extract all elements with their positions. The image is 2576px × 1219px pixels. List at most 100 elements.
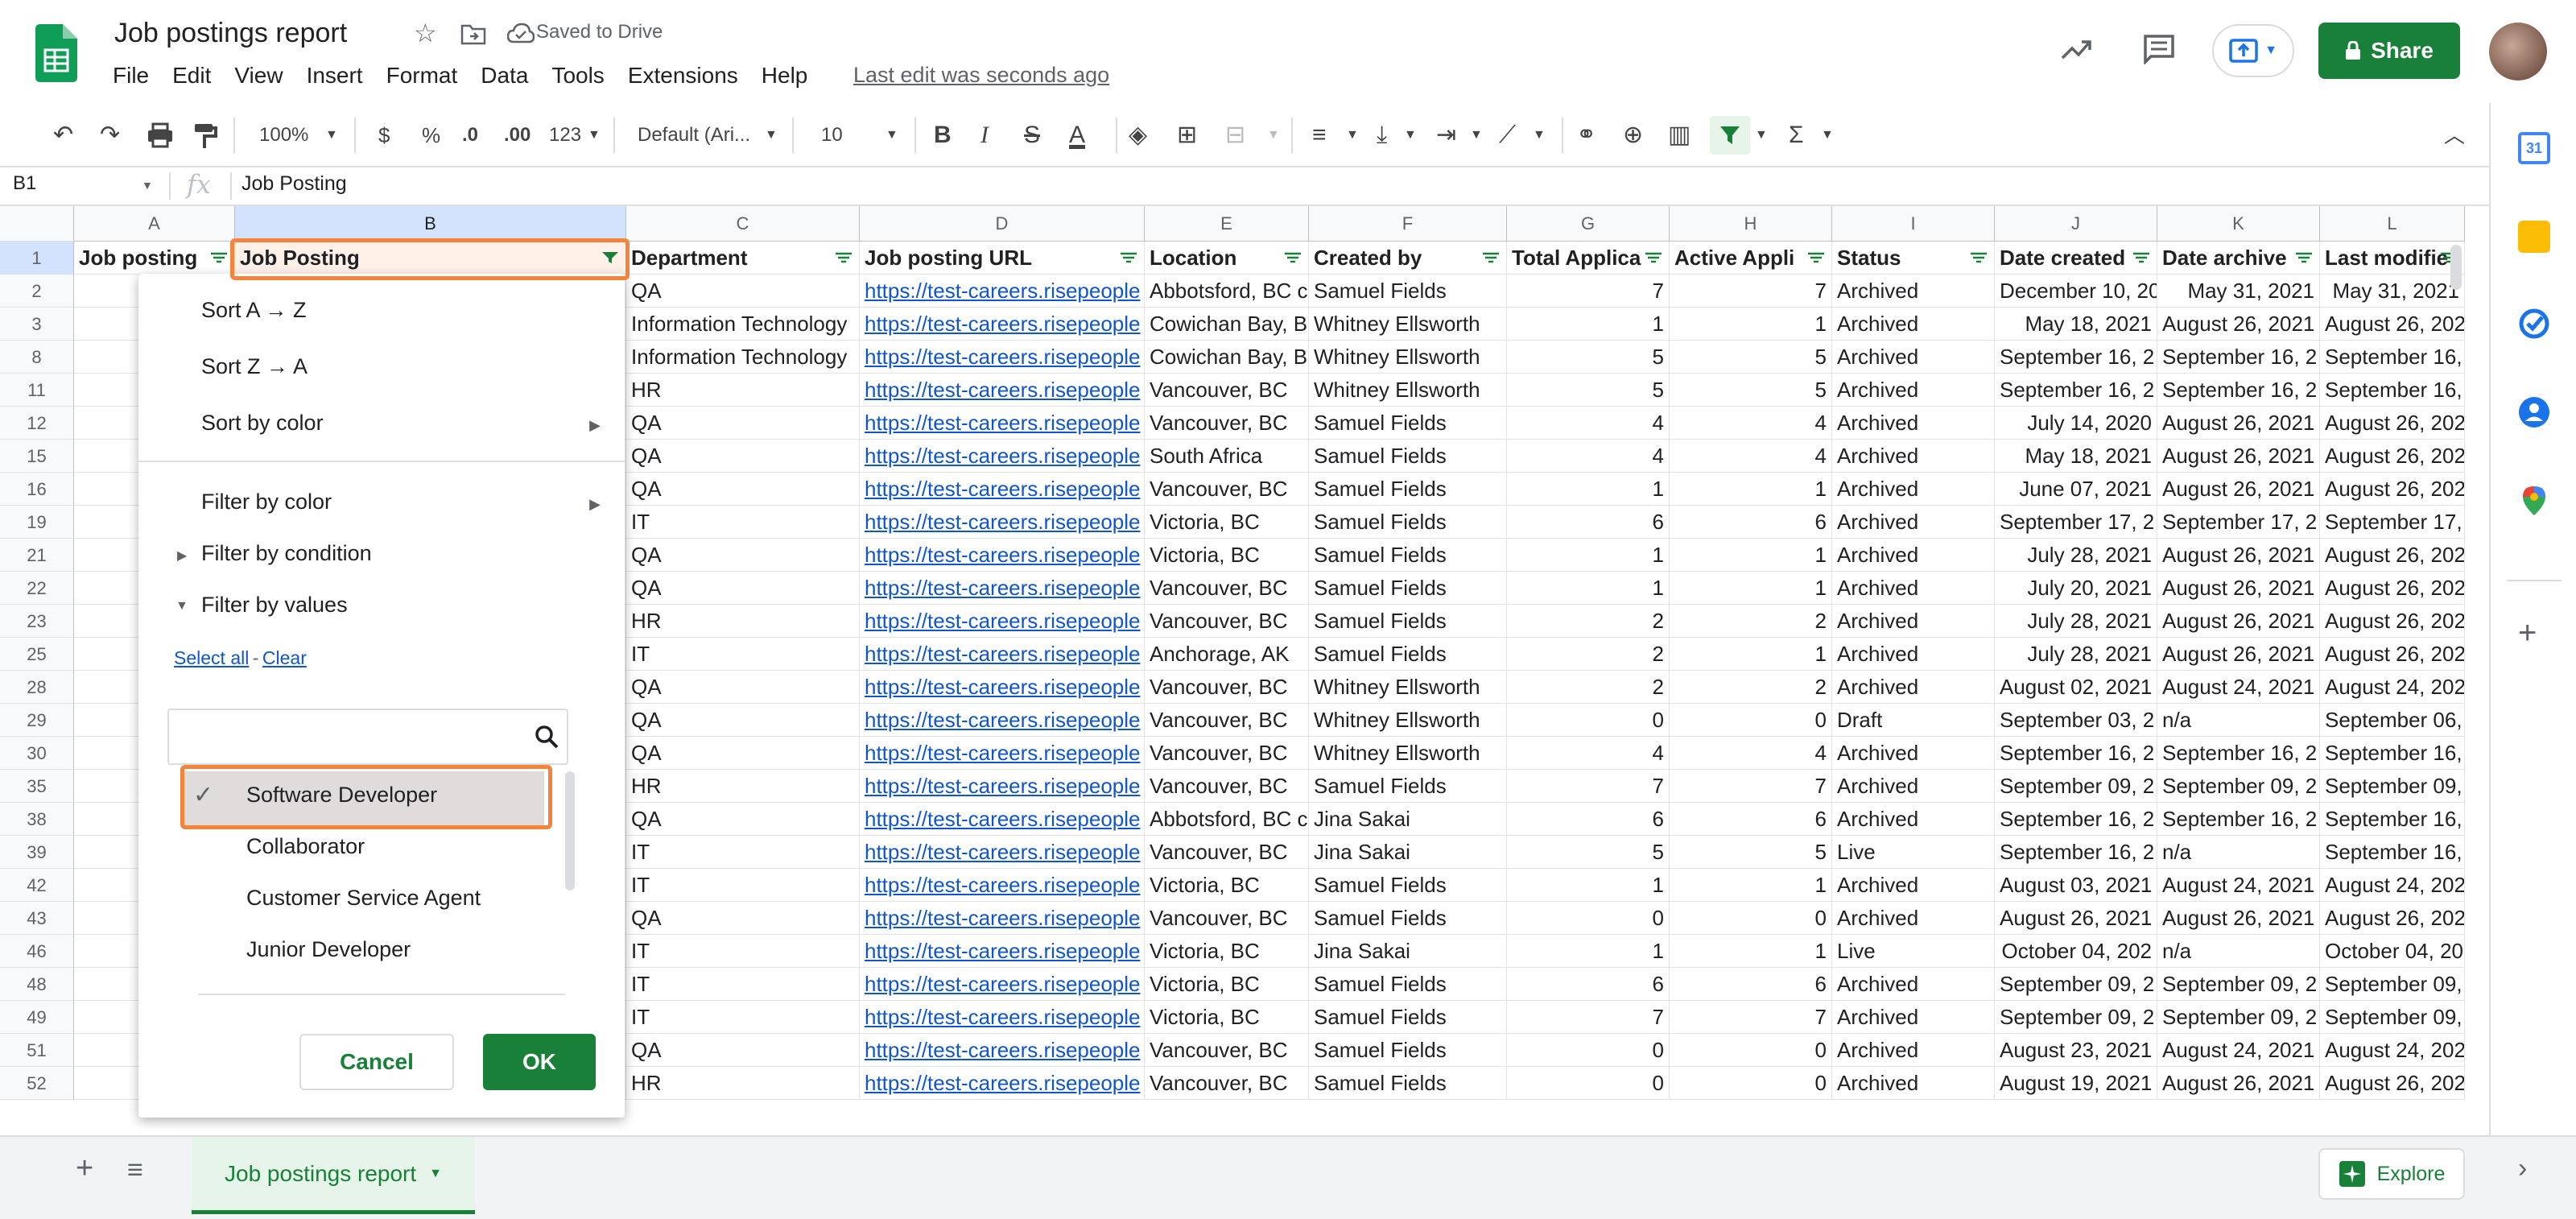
table-cell[interactable]: Archived xyxy=(1832,902,1995,935)
column-header-j[interactable]: J xyxy=(1995,206,2157,242)
table-cell[interactable]: September 16, 2 xyxy=(1995,341,2157,374)
value-option-customer-service-agent[interactable]: Customer Service Agent xyxy=(246,886,481,911)
table-cell[interactable]: Archived xyxy=(1832,374,1995,407)
table-cell[interactable]: August 26, 2021 xyxy=(2157,308,2320,341)
table-cell[interactable]: August 26, 2021 xyxy=(1995,902,2157,935)
sort-z-a-option[interactable]: Sort Z → A xyxy=(201,354,308,379)
table-cell[interactable]: Vancouver, BC xyxy=(1145,1034,1309,1067)
values-scrollbar[interactable] xyxy=(565,771,575,890)
header-cell[interactable]: Last modifie xyxy=(2320,242,2465,275)
row-header[interactable]: 2 xyxy=(0,275,74,308)
table-cell[interactable]: Cowichan Bay, B xyxy=(1145,341,1309,374)
table-cell[interactable]: https://test-careers.risepeople xyxy=(860,506,1145,539)
cloud-saved-icon[interactable] xyxy=(507,23,535,43)
column-header-c[interactable]: C xyxy=(626,206,860,242)
table-cell[interactable]: May 18, 2021 xyxy=(1995,308,2157,341)
table-cell[interactable]: QA xyxy=(626,440,860,473)
table-cell[interactable]: 5 xyxy=(1670,341,1832,374)
row-header[interactable]: 52 xyxy=(0,1067,74,1100)
table-cell[interactable]: https://test-careers.risepeople xyxy=(860,704,1145,737)
table-cell[interactable]: 1 xyxy=(1670,638,1832,671)
cancel-button[interactable]: Cancel xyxy=(299,1034,454,1090)
table-cell[interactable]: 7 xyxy=(1670,275,1832,308)
table-cell[interactable]: August 23, 2021 xyxy=(1995,1034,2157,1067)
table-cell[interactable]: 0 xyxy=(1507,1034,1670,1067)
filter-icon[interactable] xyxy=(2132,251,2150,264)
table-cell[interactable]: n/a xyxy=(2157,704,2320,737)
table-cell[interactable]: https://test-careers.risepeople xyxy=(860,803,1145,836)
header-cell[interactable]: Status xyxy=(1832,242,1995,275)
table-cell[interactable]: Archived xyxy=(1832,803,1995,836)
table-cell[interactable]: August 24, 2021 xyxy=(2157,671,2320,704)
functions-button[interactable]: Σ xyxy=(1789,119,1804,151)
table-cell[interactable]: Archived xyxy=(1832,341,1995,374)
table-cell[interactable]: https://test-careers.risepeople xyxy=(860,605,1145,638)
chevron-down-icon[interactable]: ▼ xyxy=(1821,119,1834,151)
table-cell[interactable]: June 07, 2021 xyxy=(1995,473,2157,506)
table-cell[interactable]: August 24, 202 xyxy=(2320,869,2465,902)
expand-side-panel-icon[interactable]: › xyxy=(2518,1153,2527,1184)
chevron-down-icon[interactable]: ▼ xyxy=(1346,119,1359,151)
font-select[interactable]: Default (Ari... xyxy=(638,119,750,151)
row-header[interactable]: 8 xyxy=(0,341,74,374)
header-cell[interactable]: Department xyxy=(626,242,860,275)
table-cell[interactable]: August 26, 202 xyxy=(2320,572,2465,605)
table-cell[interactable]: September 16, 2 xyxy=(1995,836,2157,869)
filter-icon[interactable] xyxy=(835,251,852,264)
table-cell[interactable]: QA xyxy=(626,275,860,308)
table-cell[interactable]: 2 xyxy=(1507,605,1670,638)
table-cell[interactable]: IT xyxy=(626,836,860,869)
table-cell[interactable]: QA xyxy=(626,737,860,770)
row-header[interactable]: 28 xyxy=(0,671,74,704)
table-cell[interactable]: Archived xyxy=(1832,770,1995,803)
header-cell[interactable]: Location xyxy=(1145,242,1309,275)
table-cell[interactable]: August 26, 2021 xyxy=(2157,539,2320,572)
table-cell[interactable]: Victoria, BC xyxy=(1145,539,1309,572)
table-cell[interactable]: 0 xyxy=(1507,1067,1670,1100)
menu-view[interactable]: View xyxy=(234,63,283,89)
table-cell[interactable]: Vancouver, BC xyxy=(1145,605,1309,638)
bold-button[interactable]: B xyxy=(934,119,952,151)
merge-cells-icon[interactable]: ⊟ xyxy=(1225,119,1245,151)
table-cell[interactable]: Samuel Fields xyxy=(1309,968,1507,1001)
text-rotation-icon[interactable]: ⟋ xyxy=(1499,119,1516,151)
table-cell[interactable]: 0 xyxy=(1507,902,1670,935)
table-cell[interactable]: August 26, 2021 xyxy=(2157,440,2320,473)
filter-by-values-option[interactable]: Filter by values xyxy=(201,593,348,618)
table-cell[interactable]: 5 xyxy=(1507,341,1670,374)
table-cell[interactable]: Samuel Fields xyxy=(1309,473,1507,506)
comment-icon[interactable] xyxy=(2143,34,2175,64)
table-cell[interactable]: 1 xyxy=(1507,539,1670,572)
row-header[interactable]: 19 xyxy=(0,506,74,539)
table-cell[interactable]: QA xyxy=(626,473,860,506)
more-formats-button[interactable]: 123 xyxy=(549,119,581,151)
row-header[interactable]: 49 xyxy=(0,1001,74,1034)
table-cell[interactable]: July 28, 2021 xyxy=(1995,605,2157,638)
table-cell[interactable]: August 26, 202 xyxy=(2320,1067,2465,1100)
text-wrap-icon[interactable]: ⇥ xyxy=(1436,119,1456,151)
table-cell[interactable]: Archived xyxy=(1832,473,1995,506)
explore-button[interactable]: Explore xyxy=(2318,1148,2465,1200)
print-icon[interactable] xyxy=(147,122,174,148)
table-cell[interactable]: Vancouver, BC xyxy=(1145,374,1309,407)
row-header[interactable]: 29 xyxy=(0,704,74,737)
table-cell[interactable]: Live xyxy=(1832,836,1995,869)
table-cell[interactable]: 7 xyxy=(1507,275,1670,308)
add-sheet-icon[interactable]: + xyxy=(76,1151,93,1186)
row-header[interactable]: 25 xyxy=(0,638,74,671)
last-edit-link[interactable]: Last edit was seconds ago xyxy=(853,63,1109,88)
maps-icon[interactable] xyxy=(2518,485,2550,517)
table-cell[interactable]: August 24, 2021 xyxy=(2157,869,2320,902)
value-option-junior-developer[interactable]: Junior Developer xyxy=(246,937,411,962)
ok-button[interactable]: OK xyxy=(483,1034,596,1090)
table-cell[interactable]: https://test-careers.risepeople xyxy=(860,1034,1145,1067)
table-cell[interactable]: Archived xyxy=(1832,638,1995,671)
chevron-down-icon[interactable]: ▼ xyxy=(429,1167,442,1181)
table-cell[interactable]: 4 xyxy=(1507,440,1670,473)
table-cell[interactable]: https://test-careers.risepeople xyxy=(860,539,1145,572)
filter-icon[interactable] xyxy=(210,251,228,264)
sort-by-color-option[interactable]: Sort by color xyxy=(201,411,324,436)
vertical-align-icon[interactable]: ⤓ xyxy=(1377,119,1387,151)
table-cell[interactable]: September 16, xyxy=(2320,836,2465,869)
table-cell[interactable]: 1 xyxy=(1670,308,1832,341)
